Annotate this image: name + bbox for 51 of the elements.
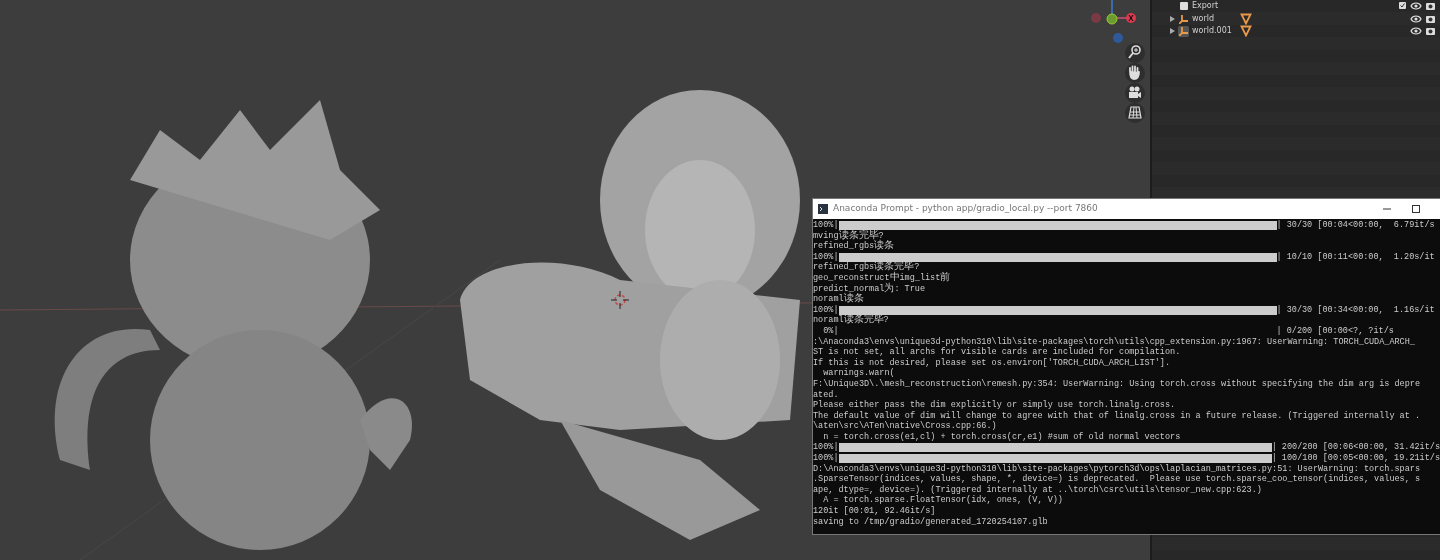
console-line: The default value of dim will change to agree with that of linalg.cross in a future release. (Triggered internally at .: [813, 410, 1420, 421]
console-line: geo_reconstruct中img_list前: [813, 272, 951, 283]
console-line: 120it [00:01, 92.46it/s]: [813, 506, 936, 517]
progress-stats: | 10/10 [00:11<00:00, 1.20s/it: [1276, 251, 1435, 263]
collection-icon[interactable]: [1178, 0, 1189, 12]
console-line: warnings.warn(: [822, 368, 895, 379]
console-line: A = torch.sparse.FloatTensor(idx, ones, (V, V)): [822, 495, 1063, 506]
progress-stats: | 100/100 [00:05<00:00, 19.21it/s: [1271, 453, 1440, 464]
eye-icon[interactable]: [1410, 1, 1422, 12]
progress-percent: 100%|: [813, 304, 839, 315]
console-line: \aten\src\ATen\native\Cross.cpp:66.): [813, 421, 997, 432]
eye-icon[interactable]: [1410, 26, 1422, 37]
console-line: Please either pass the dim explicitly or simply use torch.linalg.cross.: [813, 400, 1176, 411]
progress-stats: | 30/30 [00:34<00:00, 1.16s/it: [1276, 304, 1435, 316]
expand-arrow-icon[interactable]: [1170, 28, 1175, 35]
console-line: :\Anaconda3\envs\unique3d-python310\lib\site-packages\torch\utils\cpp_extension.py:1967: UserWarning: TORCH_CUDA_ARCH_: [813, 336, 1415, 347]
progress-percent: 100%|: [813, 442, 839, 453]
console-line: If this is not desired, please set os.environ['TORCH_CUDA_ARCH_LIST'].: [813, 357, 1171, 368]
progress-stats: | 30/30 [00:04<00:00, 6.79it/s: [1276, 220, 1435, 231]
axes-icon[interactable]: [1178, 13, 1189, 25]
console-line: ST is not set, all archs for visible cards are included for compilation.: [813, 347, 1181, 358]
console-line: ape, dtype=, device=). (Triggered internally at ..\torch\csrc\utils\tensor_new.cpp:623.): [813, 484, 1262, 495]
camera-icon[interactable]: [1425, 1, 1436, 12]
object-name[interactable]: world.001: [1192, 25, 1240, 38]
mesh-icon[interactable]: [1240, 12, 1252, 25]
progress-percent: 100%|: [813, 251, 839, 262]
console-line: n = torch.cross(e1,cl) + torch.cross(cr,e1) #sum of old normal vectors: [822, 431, 1181, 442]
maximize-icon[interactable]: [1411, 204, 1421, 214]
progress-stats: | 200/200 [00:06<00:00, 31.42it/s: [1271, 442, 1440, 453]
camera-icon[interactable]: [1425, 26, 1436, 37]
object-name[interactable]: Export: [1192, 0, 1240, 13]
console-line: ated.: [813, 389, 839, 400]
progress-percent: 0%|: [822, 325, 839, 337]
camera-icon[interactable]: [1425, 13, 1436, 24]
console-line: .SparseTensor(indices, values, shape, *, device=) is deprecated. Please use torch.sparse_coo_tensor(indices, values, s: [813, 474, 1420, 485]
checkbox-icon[interactable]: [1398, 1, 1407, 11]
mesh-icon[interactable]: [1240, 25, 1252, 38]
window-title: Anaconda Prompt - python app/gradio_local.py --port 7860: [833, 202, 1098, 216]
object-name[interactable]: world: [1192, 12, 1240, 25]
console-line: saving to /tmp/gradio/generated_1720254107.glb: [813, 516, 1048, 528]
terminal-icon: [817, 203, 829, 215]
console-line: mving读条完毕?: [813, 230, 884, 241]
progress-percent: 100%|: [813, 220, 839, 230]
progress-stats: | 0/200 [00:00<?, ?it/s: [1276, 325, 1394, 337]
axes-icon[interactable]: [1178, 25, 1189, 37]
console-line: F:\Unique3D\.\mesh_reconstruction\remesh.py:354: UserWarning: Using torch.cross without specifying the dim arg is depre: [813, 378, 1420, 390]
cursor-icon: [611, 291, 629, 309]
expand-arrow-icon[interactable]: [1170, 15, 1175, 22]
eye-icon[interactable]: [1410, 13, 1422, 24]
console-line: D:\Anaconda3\envs\unique3d-python310\lib\site-packages\pytorch3d\ops\laplacian_matrices.py:51: UserWarning: torch.spars: [813, 463, 1420, 474]
progress-percent: 100%|: [813, 453, 839, 464]
